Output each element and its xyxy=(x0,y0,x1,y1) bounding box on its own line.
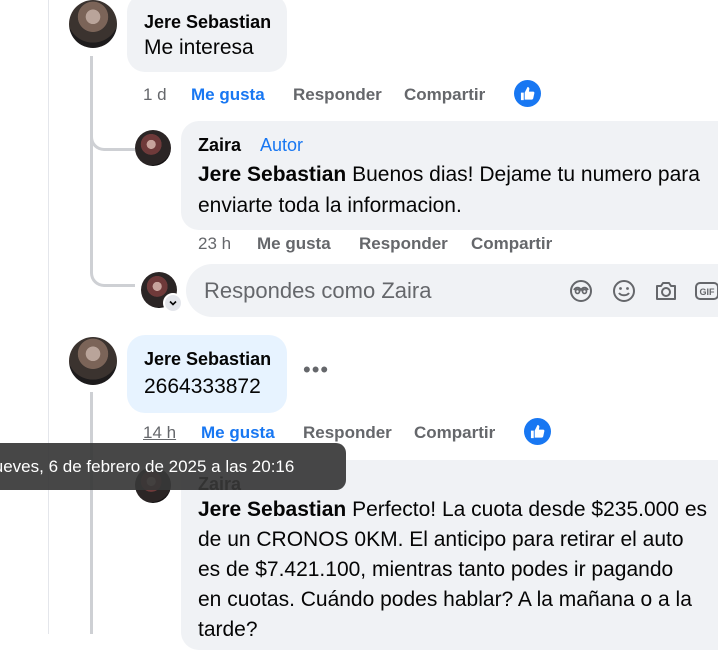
comment-time[interactable]: 23 h xyxy=(198,234,231,254)
chevron-down-icon[interactable] xyxy=(163,293,183,313)
reply-placeholder: Respondes como Zaira xyxy=(204,278,432,303)
thread-line xyxy=(90,392,93,634)
comment-author[interactable]: Zaira xyxy=(198,135,241,156)
reply-button[interactable]: Responder xyxy=(303,423,392,443)
comment-text: enviarte toda la informacion. xyxy=(198,194,462,217)
comment-author[interactable]: Jere Sebastian xyxy=(144,12,271,33)
avatar[interactable] xyxy=(69,337,117,385)
comment-text: es de $7.421.100, mientras tanto podes i… xyxy=(198,558,674,581)
camera-icon[interactable] xyxy=(653,278,679,304)
like-button[interactable]: Me gusta xyxy=(257,234,331,254)
thread-elbow xyxy=(90,230,135,287)
comment-time[interactable]: 1 d xyxy=(143,85,167,105)
mention-link[interactable]: Jere Sebastian xyxy=(198,163,346,186)
comment-text: Jere Sebastian Buenos dias! Dejame tu nu… xyxy=(198,163,700,186)
like-reaction-icon[interactable] xyxy=(524,418,551,445)
comment-text: de un CRONOS 0KM. El anticipo para retir… xyxy=(198,528,684,551)
comment-bubble: Jere Sebastian Me interesa xyxy=(127,0,287,72)
share-button[interactable]: Compartir xyxy=(471,234,552,254)
timestamp-tooltip: jueves, 6 de febrero de 2025 a las 20:16 xyxy=(0,443,346,490)
tooltip-text: jueves, 6 de febrero de 2025 a las 20:16 xyxy=(0,457,295,476)
svg-text:GIF: GIF xyxy=(700,287,716,297)
mention-link[interactable]: Jere Sebastian xyxy=(198,498,346,521)
reply-button[interactable]: Responder xyxy=(293,85,382,105)
like-button[interactable]: Me gusta xyxy=(191,85,265,105)
left-column-border xyxy=(0,0,49,634)
thread-elbow xyxy=(90,110,135,151)
like-reaction-icon[interactable] xyxy=(514,80,541,107)
reply-input[interactable]: Respondes como Zaira GIF xyxy=(186,264,718,317)
share-button[interactable]: Compartir xyxy=(404,85,485,105)
comment-text: 2664333872 xyxy=(144,375,261,398)
avatar[interactable] xyxy=(135,130,171,166)
comment-text: Me interesa xyxy=(144,36,254,59)
comment-bubble: Zaira Autor Jere Sebastian Buenos dias! … xyxy=(181,121,718,230)
comment-bubble-highlighted: Jere Sebastian 2664333872 xyxy=(127,335,287,413)
comment-time[interactable]: 14 h xyxy=(143,423,176,443)
emoji-icon[interactable] xyxy=(611,278,637,304)
comment-text: Jere Sebastian Perfecto! La cuota desde … xyxy=(198,498,708,521)
comment-text: en cuotas. Cuándo podes hablar? A la mañ… xyxy=(198,588,692,611)
comment-text: tarde? xyxy=(198,618,258,641)
author-badge: Autor xyxy=(260,135,304,155)
share-button[interactable]: Compartir xyxy=(414,423,495,443)
avatar-sticker-icon[interactable] xyxy=(568,278,594,304)
gif-icon[interactable]: GIF xyxy=(694,278,718,304)
reply-button[interactable]: Responder xyxy=(359,234,448,254)
like-button[interactable]: Me gusta xyxy=(201,423,275,443)
comment-author[interactable]: Jere Sebastian xyxy=(144,349,271,370)
more-options-icon[interactable]: ••• xyxy=(303,357,329,383)
avatar[interactable] xyxy=(69,0,117,48)
